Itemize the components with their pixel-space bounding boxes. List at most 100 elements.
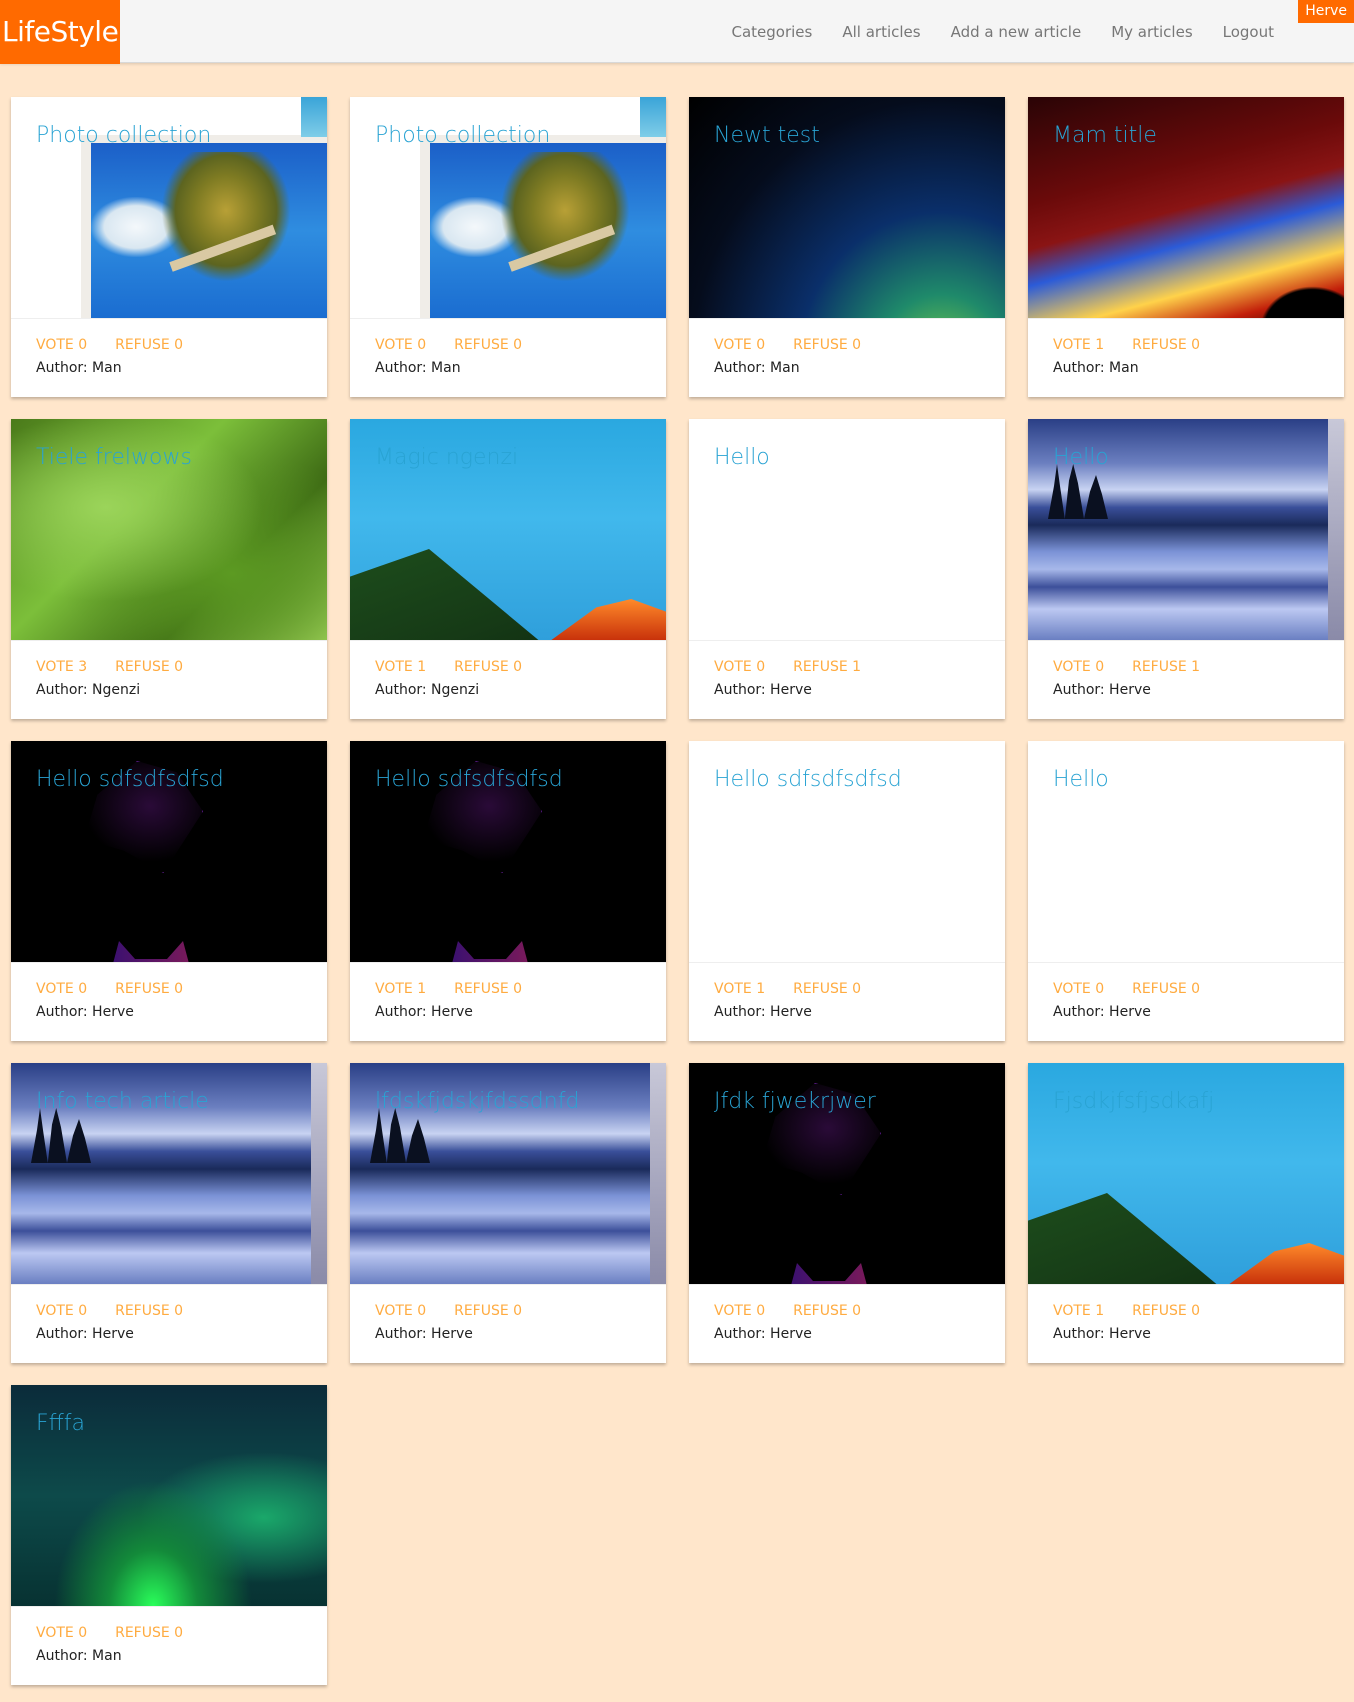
nav-link-add-article[interactable]: Add a new article xyxy=(951,23,1082,41)
refuse-button[interactable]: REFUSE 1 xyxy=(1132,659,1200,675)
refuse-button[interactable]: REFUSE 0 xyxy=(1132,1303,1200,1319)
vote-button[interactable]: VOTE 0 xyxy=(714,659,765,675)
article-card[interactable]: Magic ngenzi VOTE 1 REFUSE 0 Author: Ngenzi xyxy=(350,419,666,719)
refuse-button[interactable]: REFUSE 0 xyxy=(1132,981,1200,997)
article-card[interactable]: Hello VOTE 0 REFUSE 1 Author: Herve xyxy=(1028,419,1344,719)
article-card[interactable]: lfdskfjdskjfdssdnfd VOTE 0 REFUSE 0 Author:… xyxy=(350,1063,666,1363)
article-card[interactable]: Hello sdfsdfsdfsd VOTE 1 REFUSE 0 Author: H… xyxy=(350,741,666,1041)
article-image[interactable]: Ffffa xyxy=(11,1385,327,1607)
article-author: Author: Ngenzi xyxy=(375,682,480,698)
article-card[interactable]: Hello VOTE 0 REFUSE 1 Author: Herve xyxy=(689,419,1005,719)
article-title[interactable]: Hello xyxy=(714,445,770,470)
article-title[interactable]: Hello xyxy=(1053,445,1109,470)
article-title[interactable]: Hello sdfsdfsdfsd xyxy=(714,767,902,792)
refuse-button[interactable]: REFUSE 0 xyxy=(454,337,522,353)
article-actions: VOTE 0 REFUSE 0 xyxy=(36,337,183,353)
vote-button[interactable]: VOTE 0 xyxy=(1053,981,1104,997)
refuse-button[interactable]: REFUSE 0 xyxy=(793,337,861,353)
article-image[interactable]: Fjsdkjfsfjsdkafj xyxy=(1028,1063,1344,1285)
refuse-button[interactable]: REFUSE 0 xyxy=(115,337,183,353)
vote-button[interactable]: VOTE 1 xyxy=(714,981,765,997)
article-title[interactable]: Newt test xyxy=(714,123,820,148)
article-image[interactable]: Hello sdfsdfsdfsd xyxy=(11,741,327,963)
article-image[interactable]: lfdskfjdskjfdssdnfd xyxy=(350,1063,666,1285)
refuse-button[interactable]: REFUSE 0 xyxy=(793,981,861,997)
article-card[interactable]: Ffffa VOTE 0 REFUSE 0 Author: Man xyxy=(11,1385,327,1685)
article-title[interactable]: Photo collection xyxy=(36,123,211,148)
nav-link-logout[interactable]: Logout xyxy=(1223,23,1274,41)
article-image[interactable]: Jfdk fjwekrjwer xyxy=(689,1063,1005,1285)
article-image[interactable]: Photo collection xyxy=(350,97,666,319)
vote-button[interactable]: VOTE 0 xyxy=(36,337,87,353)
refuse-button[interactable]: REFUSE 0 xyxy=(115,1303,183,1319)
article-image[interactable]: Hello sdfsdfsdfsd xyxy=(689,741,1005,963)
article-title[interactable]: Hello xyxy=(1053,767,1109,792)
article-card[interactable]: Hello sdfsdfsdfsd VOTE 0 REFUSE 0 Author: H… xyxy=(11,741,327,1041)
vote-button[interactable]: VOTE 0 xyxy=(36,981,87,997)
vote-button[interactable]: VOTE 0 xyxy=(36,1303,87,1319)
article-actions: VOTE 1 REFUSE 0 xyxy=(1053,337,1200,353)
vote-button[interactable]: VOTE 0 xyxy=(375,1303,426,1319)
article-title[interactable]: Hello sdfsdfsdfsd xyxy=(375,767,563,792)
article-title[interactable]: Hello sdfsdfsdfsd xyxy=(36,767,224,792)
article-actions: VOTE 0 REFUSE 0 xyxy=(36,1625,183,1641)
vote-button[interactable]: VOTE 0 xyxy=(714,337,765,353)
article-card[interactable]: Photo collection VOTE 0 REFUSE 0 Author: Ma… xyxy=(350,97,666,397)
article-card[interactable]: Hello sdfsdfsdfsd VOTE 1 REFUSE 0 Author: H… xyxy=(689,741,1005,1041)
vote-button[interactable]: VOTE 0 xyxy=(36,1625,87,1641)
article-image[interactable]: Hello xyxy=(1028,741,1344,963)
refuse-button[interactable]: REFUSE 0 xyxy=(115,659,183,675)
article-author: Author: Herve xyxy=(714,1326,812,1342)
article-image[interactable]: Mam title xyxy=(1028,97,1344,319)
article-image[interactable]: Magic ngenzi xyxy=(350,419,666,641)
article-image[interactable]: Info tech article xyxy=(11,1063,327,1285)
article-image[interactable]: Hello xyxy=(1028,419,1344,641)
vote-button[interactable]: VOTE 3 xyxy=(36,659,87,675)
article-image[interactable]: Newt test xyxy=(689,97,1005,319)
image-detail xyxy=(31,1108,91,1163)
refuse-button[interactable]: REFUSE 0 xyxy=(454,1303,522,1319)
nav-link-categories[interactable]: Categories xyxy=(732,23,813,41)
vote-button[interactable]: VOTE 0 xyxy=(714,1303,765,1319)
article-card[interactable]: Hello VOTE 0 REFUSE 0 Author: Herve xyxy=(1028,741,1344,1041)
article-title[interactable]: Photo collection xyxy=(375,123,550,148)
refuse-button[interactable]: REFUSE 0 xyxy=(115,1625,183,1641)
vote-button[interactable]: VOTE 1 xyxy=(375,981,426,997)
vote-button[interactable]: VOTE 1 xyxy=(1053,337,1104,353)
article-card[interactable]: Mam title VOTE 1 REFUSE 0 Author: Man xyxy=(1028,97,1344,397)
article-title[interactable]: Ffffa xyxy=(36,1411,85,1436)
refuse-button[interactable]: REFUSE 0 xyxy=(793,1303,861,1319)
article-image[interactable]: Photo collection xyxy=(11,97,327,319)
vote-button[interactable]: VOTE 1 xyxy=(375,659,426,675)
refuse-button[interactable]: REFUSE 0 xyxy=(115,981,183,997)
article-actions: VOTE 0 REFUSE 0 xyxy=(36,1303,183,1319)
article-title[interactable]: Fjsdkjfsfjsdkafj xyxy=(1053,1089,1214,1114)
refuse-button[interactable]: REFUSE 0 xyxy=(1132,337,1200,353)
article-card[interactable]: Info tech article VOTE 0 REFUSE 0 Author: H… xyxy=(11,1063,327,1363)
vote-button[interactable]: VOTE 0 xyxy=(375,337,426,353)
nav-link-all-articles[interactable]: All articles xyxy=(842,23,920,41)
article-card[interactable]: Tiele frelwows VOTE 3 REFUSE 0 Author: Ngen… xyxy=(11,419,327,719)
article-title[interactable]: Mam title xyxy=(1053,123,1157,148)
article-image[interactable]: Hello xyxy=(689,419,1005,641)
article-card[interactable]: Fjsdkjfsfjsdkafj VOTE 1 REFUSE 0 Author: He… xyxy=(1028,1063,1344,1363)
article-image[interactable]: Tiele frelwows xyxy=(11,419,327,641)
brand-logo[interactable]: LifeStyle xyxy=(0,0,120,64)
article-image[interactable]: Hello sdfsdfsdfsd xyxy=(350,741,666,963)
article-title[interactable]: Tiele frelwows xyxy=(36,445,192,470)
top-navbar: LifeStyle Categories All articles Add a … xyxy=(0,0,1354,64)
article-card[interactable]: Photo collection VOTE 0 REFUSE 0 Author: Ma… xyxy=(11,97,327,397)
article-card[interactable]: Newt test VOTE 0 REFUSE 0 Author: Man xyxy=(689,97,1005,397)
article-title[interactable]: Jfdk fjwekrjwer xyxy=(714,1089,876,1114)
refuse-button[interactable]: REFUSE 0 xyxy=(454,659,522,675)
article-title[interactable]: Magic ngenzi xyxy=(375,445,518,470)
current-user-badge[interactable]: Herve xyxy=(1298,0,1354,23)
refuse-button[interactable]: REFUSE 1 xyxy=(793,659,861,675)
refuse-button[interactable]: REFUSE 0 xyxy=(454,981,522,997)
article-card[interactable]: Jfdk fjwekrjwer VOTE 0 REFUSE 0 Author: Her… xyxy=(689,1063,1005,1363)
vote-button[interactable]: VOTE 0 xyxy=(1053,659,1104,675)
nav-link-my-articles[interactable]: My articles xyxy=(1111,23,1192,41)
article-title[interactable]: lfdskfjdskjfdssdnfd xyxy=(375,1089,579,1114)
article-title[interactable]: Info tech article xyxy=(36,1089,209,1114)
vote-button[interactable]: VOTE 1 xyxy=(1053,1303,1104,1319)
